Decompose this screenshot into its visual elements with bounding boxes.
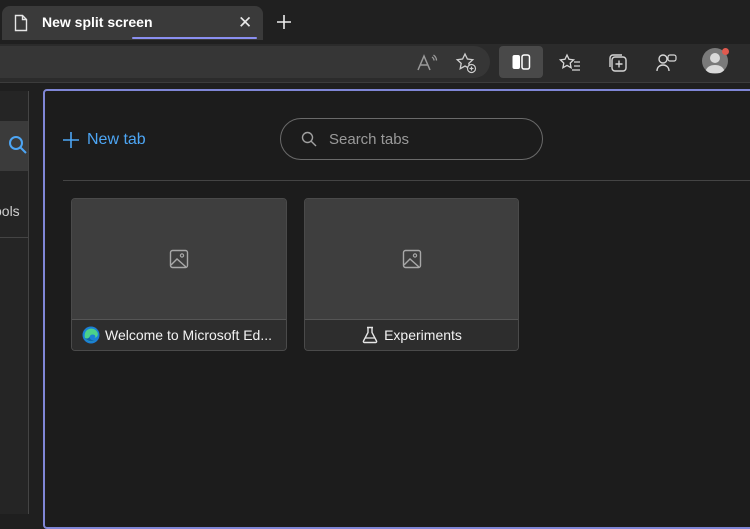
feedback-icon[interactable] (652, 49, 680, 77)
left-pane: ools (0, 91, 29, 514)
browser-toolbar (0, 44, 750, 83)
left-pane-divider (0, 237, 28, 238)
plus-icon (277, 15, 291, 29)
split-screen-icon[interactable] (499, 46, 543, 78)
plus-icon (63, 132, 79, 148)
tab-card-title: Welcome to Microsoft Ed... (105, 327, 273, 343)
new-tab-link[interactable]: New tab (63, 131, 146, 149)
search-icon (9, 136, 27, 154)
notification-dot (722, 48, 729, 55)
tab-thumbnail (305, 199, 518, 320)
tab-strip: New split screen ✕ (0, 0, 750, 44)
tab-card-title: Experiments (384, 327, 462, 343)
page-icon (14, 14, 28, 32)
search-icon (301, 131, 317, 147)
active-tab-indicator (132, 37, 257, 39)
left-search-button[interactable] (0, 121, 28, 171)
flask-icon (362, 326, 378, 344)
tab-card-experiments[interactable]: Experiments (304, 198, 519, 351)
new-tab-label: New tab (87, 131, 146, 148)
search-placeholder: Search tabs (329, 131, 410, 148)
close-icon[interactable]: ✕ (238, 14, 252, 32)
pane-divider (63, 180, 750, 181)
collections-icon[interactable] (604, 49, 632, 77)
split-screen-pane: New tab Search tabs Welcome to Microsoft… (43, 89, 750, 529)
search-tabs-input[interactable]: Search tabs (280, 118, 543, 160)
favorites-icon[interactable] (556, 49, 584, 77)
tab-card-welcome[interactable]: Welcome to Microsoft Ed... (71, 198, 287, 351)
read-aloud-icon[interactable] (413, 49, 441, 77)
tab-thumbnail (72, 199, 286, 320)
tab-card-footer: Welcome to Microsoft Ed... (72, 320, 286, 350)
image-placeholder-icon (169, 249, 189, 269)
left-pane-label[interactable]: ools (0, 203, 20, 219)
image-placeholder-icon (402, 249, 422, 269)
tab-title: New split screen (42, 14, 153, 30)
tab-card-footer: Experiments (305, 320, 518, 350)
new-tab-button[interactable] (272, 8, 296, 36)
add-favorite-icon[interactable] (452, 49, 480, 77)
browser-tab-active[interactable]: New split screen ✕ (2, 6, 263, 40)
edge-logo-icon (82, 326, 100, 344)
